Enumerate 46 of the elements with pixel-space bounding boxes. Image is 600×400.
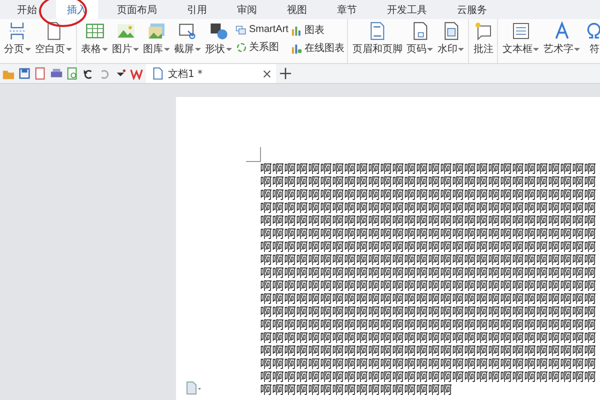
ribbon-button[interactable]: 页码 (404, 21, 436, 56)
chart-icon (290, 24, 304, 36)
ribbon-button[interactable]: 图片 (110, 21, 141, 56)
ribbon-button[interactable]: 表格 (79, 21, 110, 56)
pdf-icon[interactable] (34, 67, 47, 80)
ribbon-button[interactable]: 关系图 (234, 40, 290, 54)
ribbon-button[interactable]: SmartArt (234, 23, 290, 36)
relation-icon (235, 40, 248, 54)
smartart-icon (235, 23, 248, 36)
ribbon-button[interactable]: 形状 (203, 21, 234, 56)
save-icon[interactable] (18, 67, 31, 80)
ribbon-button[interactable]: 页眉和页脚 (350, 21, 404, 56)
online-chart-icon (290, 42, 304, 54)
ribbon-button[interactable]: 分页 (2, 21, 33, 56)
ribbon-button[interactable]: 在线图表 (289, 41, 346, 55)
close-icon[interactable] (263, 70, 271, 78)
page-break-icon (8, 21, 28, 41)
wps-logo-icon[interactable] (130, 67, 143, 80)
ribbon-button[interactable]: 批注 (471, 21, 496, 56)
ribbon-tab[interactable]: 云服务 (446, 0, 498, 19)
gallery-icon (146, 21, 166, 41)
add-icon[interactable] (279, 67, 292, 80)
ribbon-button[interactable]: 文本框 (500, 21, 542, 56)
ribbon-button[interactable]: 空白页 (33, 21, 74, 56)
ribbon-tab[interactable]: 开发工具 (376, 0, 438, 19)
undo-icon[interactable] (82, 67, 95, 80)
ribbon-tab[interactable]: 引用 (176, 0, 218, 19)
document-text: 啊啊啊啊啊啊啊啊啊啊啊啊啊啊啊啊啊啊啊啊啊啊啊啊啊啊啊啊 啊啊啊啊啊啊啊啊啊啊啊啊啊啊啊啊啊啊啊啊啊啊啊啊啊啊啊啊 啊啊啊啊啊啊啊啊啊啊啊啊啊啊啊啊啊啊啊啊啊啊啊啊啊啊啊啊 啊啊啊啊啊啊啊啊啊啊啊啊啊啊啊啊啊啊啊啊啊啊啊啊啊啊啊啊 啊啊啊啊啊啊啊啊啊啊啊啊啊啊啊啊啊啊啊啊啊啊啊啊啊啊啊啊 啊啊啊啊啊啊啊啊啊啊啊啊啊啊啊啊啊啊啊啊啊啊啊啊啊啊啊啊 啊啊啊啊啊啊啊啊啊啊啊啊啊啊啊啊啊啊啊啊啊啊啊啊啊啊啊啊 啊啊啊啊啊啊啊啊啊啊啊啊啊啊啊啊啊啊啊啊啊啊啊啊啊啊啊啊 啊啊啊啊啊啊啊啊啊啊啊啊啊啊啊啊啊啊啊啊啊啊啊啊啊啊啊啊 啊啊啊啊啊啊啊啊啊啊啊啊啊啊啊啊啊啊啊啊啊啊啊啊啊啊啊啊 啊啊啊啊啊啊啊啊啊啊啊啊啊啊啊啊啊啊啊啊啊啊啊啊啊啊啊啊 啊啊啊啊啊啊啊啊啊啊啊啊啊啊啊啊啊啊啊啊啊啊啊啊啊啊啊啊 啊啊啊啊啊啊啊啊啊啊啊啊啊啊啊啊啊啊啊啊啊啊啊啊啊啊啊啊 啊啊啊啊啊啊啊啊啊啊啊啊啊啊啊啊啊啊啊啊啊啊啊啊啊啊啊啊 啊啊啊啊啊啊啊啊啊啊啊啊啊啊啊啊啊啊啊啊啊啊啊啊啊啊啊啊 啊啊啊啊啊啊啊啊啊啊啊啊啊啊啊啊啊啊啊啊啊啊啊啊啊啊啊啊 啊啊啊啊啊啊啊啊啊啊啊啊啊啊啊啊啊啊啊啊啊啊啊啊啊啊啊啊 啊啊啊啊啊啊啊啊啊啊啊啊啊啊啊啊 (260, 162, 598, 396)
ribbon-tab[interactable]: 开始 (6, 0, 48, 19)
ribbon-tab[interactable]: 审阅 (226, 0, 268, 19)
preview-icon[interactable] (66, 67, 79, 80)
ribbon-tab[interactable]: 页面布局 (106, 0, 168, 19)
ribbon-tab[interactable]: 章节 (326, 0, 368, 19)
ribbon-button[interactable]: 图表 (289, 23, 346, 37)
ribbon-tab[interactable]: 视图 (276, 0, 318, 19)
document-icon[interactable] (185, 381, 201, 395)
ribbon-button[interactable]: 截屏 (172, 21, 203, 56)
document-tab[interactable]: 文档1 * (146, 64, 276, 83)
highlight-circle-drawing (38, 0, 88, 28)
ribbon-button[interactable]: 符 (582, 21, 600, 56)
ribbon-button[interactable]: 艺术字 (541, 21, 582, 56)
print-icon[interactable] (50, 67, 63, 80)
ribbon-button[interactable]: 图库 (141, 21, 172, 56)
shapes-icon (208, 21, 228, 41)
document-icon (151, 67, 164, 80)
ribbon-button[interactable]: 水印 (435, 21, 466, 56)
